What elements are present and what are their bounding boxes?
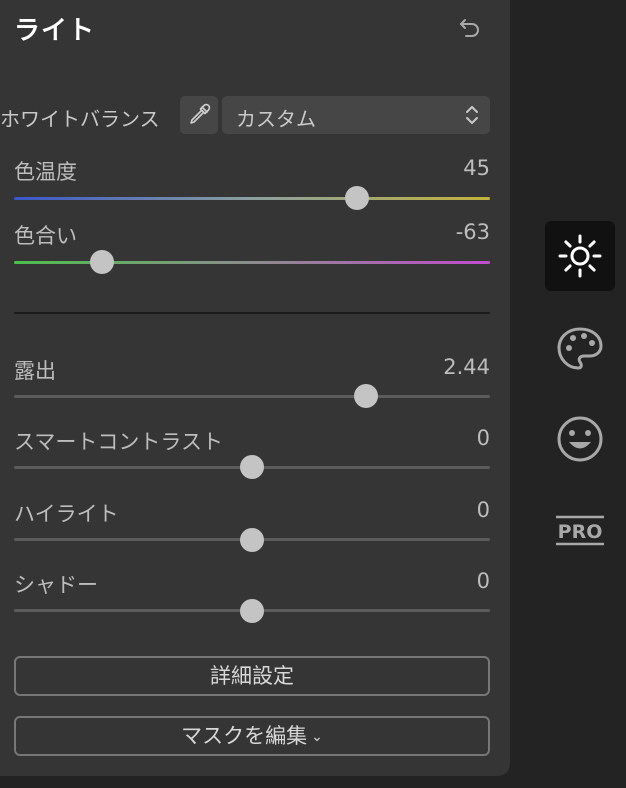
temperature-label: 色温度 — [14, 160, 77, 184]
eyedropper-icon — [190, 103, 211, 124]
white-balance-label: ホワイトバランス — [0, 107, 160, 131]
sun-icon — [558, 234, 602, 278]
highlights-value: 0 — [476, 498, 490, 522]
tint-thumb[interactable] — [90, 250, 115, 274]
panel-title: ライト — [14, 16, 96, 46]
edit-mask-button[interactable]: マスクを編集 ⌄ — [14, 716, 490, 756]
white-balance-select[interactable]: カスタム — [222, 96, 490, 134]
white-balance-selected: カスタム — [236, 107, 316, 131]
smart-contrast-label: スマートコントラスト — [14, 430, 223, 454]
temperature-value: 45 — [463, 156, 490, 180]
palette-icon — [557, 327, 603, 370]
chevron-down-icon: ⌄ — [311, 729, 323, 745]
highlights-slider: ハイライト 0 — [14, 498, 490, 558]
shadows-thumb[interactable] — [240, 599, 264, 623]
tint-slider: 色合い -63 — [14, 220, 490, 280]
undo-icon[interactable] — [456, 14, 484, 42]
tint-track[interactable] — [14, 261, 490, 264]
exposure-thumb[interactable] — [354, 384, 379, 408]
tool-pro-button[interactable]: PRO — [545, 494, 615, 564]
temperature-thumb[interactable] — [344, 186, 369, 210]
pro-icon: PRO — [556, 515, 604, 546]
tool-color-button[interactable] — [545, 314, 615, 384]
highlights-label: ハイライト — [14, 502, 119, 526]
shadows-label: シャドー — [14, 573, 98, 597]
edit-mask-label: マスクを編集 — [181, 724, 308, 748]
highlights-thumb[interactable] — [240, 528, 264, 552]
tool-light-button[interactable] — [545, 221, 615, 291]
chevron-up-down-icon — [466, 106, 478, 124]
tool-portrait-button[interactable] — [545, 404, 615, 474]
exposure-track[interactable] — [14, 395, 490, 398]
exposure-slider: 露出 2.44 — [14, 355, 490, 415]
advanced-settings-button[interactable]: 詳細設定 — [14, 656, 490, 696]
eyedropper-button[interactable] — [180, 96, 218, 134]
advanced-settings-label: 詳細設定 — [210, 664, 294, 688]
smart-contrast-slider: スマートコントラスト 0 — [14, 426, 490, 486]
smiley-icon — [557, 416, 603, 462]
exposure-label: 露出 — [14, 359, 56, 383]
temperature-track[interactable] — [14, 197, 490, 200]
temperature-slider: 色温度 45 — [14, 156, 490, 216]
app-window: ライト ホワイトバランス カスタム 色温度 45 色合い -63 露出 2.44… — [0, 0, 626, 788]
smart-contrast-value: 0 — [476, 426, 490, 450]
section-divider — [14, 312, 490, 314]
tint-value: -63 — [455, 220, 490, 244]
light-adjustment-panel: ライト ホワイトバランス カスタム 色温度 45 色合い -63 露出 2.44… — [0, 0, 510, 776]
tint-label: 色合い — [14, 224, 77, 248]
shadows-slider: シャドー 0 — [14, 569, 490, 629]
white-balance-row: ホワイトバランス カスタム — [0, 96, 510, 136]
smart-contrast-thumb[interactable] — [240, 455, 264, 479]
shadows-value: 0 — [476, 569, 490, 593]
exposure-value: 2.44 — [443, 355, 490, 379]
pro-label: PRO — [558, 521, 603, 543]
